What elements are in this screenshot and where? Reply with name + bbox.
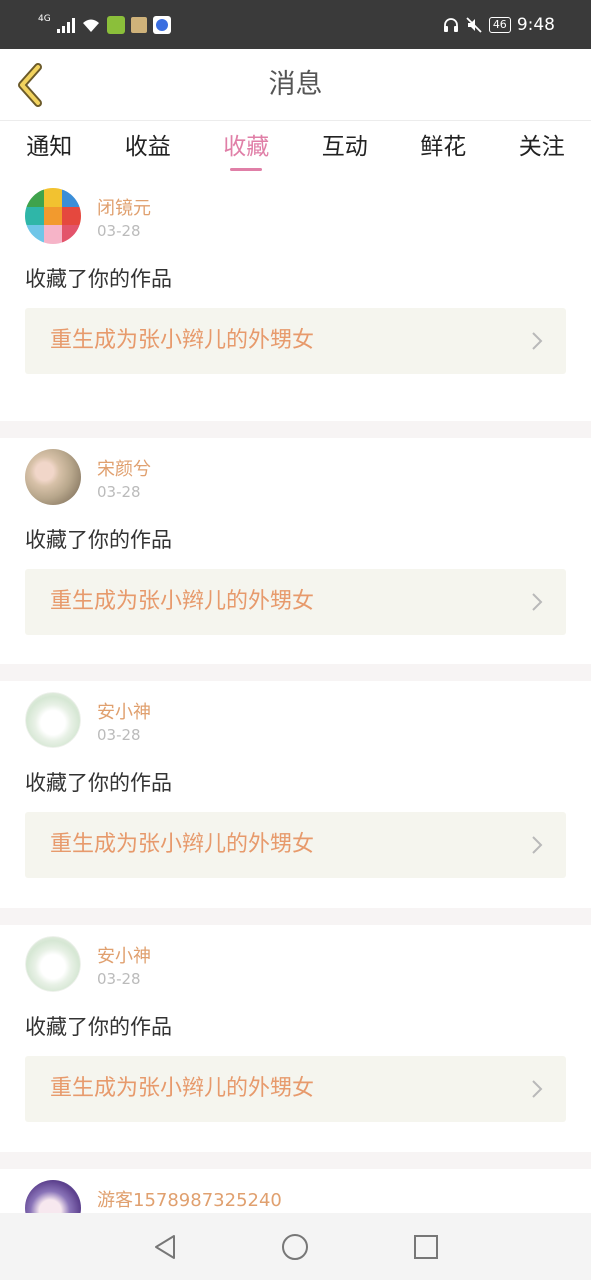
- message-text: 收藏了你的作品: [25, 1014, 172, 1039]
- work-title: 重生成为张小辫儿的外甥女: [50, 1075, 315, 1101]
- chevron-right-icon: [532, 1079, 543, 1098]
- system-nav-bar: [0, 1213, 591, 1280]
- chevron-right-icon: [532, 592, 543, 611]
- tab-interactions[interactable]: 互动: [296, 121, 395, 177]
- app-notification-icon: [152, 16, 171, 34]
- status-left: 4G: [38, 12, 171, 38]
- message-date: 03-28: [97, 725, 141, 744]
- app-notification-icon: [106, 16, 125, 34]
- network-type: 4G: [38, 14, 51, 24]
- list-item: 安小神 03-28 收藏了你的作品 重生成为张小辫儿的外甥女: [0, 924, 591, 1152]
- avatar[interactable]: [25, 691, 81, 748]
- message-date: 03-28: [97, 482, 141, 501]
- mute-icon: [466, 17, 482, 33]
- signal-icon: [56, 17, 75, 33]
- headphones-icon: [443, 18, 458, 32]
- divider: [0, 1151, 591, 1169]
- divider: [0, 907, 591, 925]
- work-title: 重生成为张小辫儿的外甥女: [50, 831, 315, 857]
- work-link[interactable]: 重生成为张小辫儿的外甥女: [25, 308, 566, 374]
- chevron-right-icon: [532, 835, 543, 854]
- page-title: 消息: [268, 69, 323, 100]
- divider: [0, 420, 591, 438]
- header: 消息: [0, 49, 591, 121]
- work-title: 重生成为张小辫儿的外甥女: [50, 588, 315, 614]
- chevron-right-icon: [532, 332, 543, 350]
- user-name[interactable]: 游客1578987325240: [97, 1186, 282, 1212]
- message-text: 收藏了你的作品: [25, 770, 172, 795]
- message-text: 收藏了你的作品: [25, 527, 172, 552]
- user-name[interactable]: 安小神: [97, 942, 151, 968]
- work-link[interactable]: 重生成为张小辫儿的外甥女: [25, 568, 566, 635]
- wifi-icon: [82, 19, 99, 32]
- battery-level: 46: [488, 17, 511, 33]
- work-title: 重生成为张小辫儿的外甥女: [50, 328, 315, 353]
- back-triangle-icon[interactable]: [150, 1232, 180, 1262]
- tab-notifications[interactable]: 通知: [0, 121, 99, 177]
- status-right: 46 9:48: [443, 12, 555, 38]
- user-name[interactable]: 安小神: [97, 698, 151, 724]
- home-circle-icon[interactable]: [280, 1232, 310, 1262]
- message-date: 03-28: [97, 222, 141, 240]
- divider: [0, 663, 591, 681]
- clock: 9:48: [516, 15, 555, 35]
- user-name[interactable]: 闭镜元: [97, 194, 151, 220]
- list-item: 安小神 03-28 收藏了你的作品 重生成为张小辫儿的外甥女: [0, 680, 591, 908]
- work-link[interactable]: 重生成为张小辫儿的外甥女: [25, 1055, 566, 1122]
- message-list: 闭镜元 03-28 收藏了你的作品 重生成为张小辫儿的外甥女 宋颜兮 03-28…: [0, 177, 591, 1269]
- status-bar: 4G 46 9:48: [0, 0, 591, 49]
- avatar[interactable]: [25, 935, 81, 992]
- tab-earnings[interactable]: 收益: [99, 121, 198, 177]
- recents-square-icon[interactable]: [411, 1232, 441, 1262]
- tab-bar: 通知 收益 收藏 互动 鲜花 关注: [0, 121, 591, 177]
- app-notification-icon: [130, 17, 147, 33]
- tab-follows[interactable]: 关注: [493, 121, 591, 177]
- tab-favorites[interactable]: 收藏: [197, 121, 296, 177]
- message-date: 03-28: [97, 969, 141, 988]
- list-item: 宋颜兮 03-28 收藏了你的作品 重生成为张小辫儿的外甥女: [0, 437, 591, 664]
- work-link[interactable]: 重生成为张小辫儿的外甥女: [25, 811, 566, 878]
- avatar[interactable]: [25, 188, 81, 244]
- avatar[interactable]: [25, 448, 81, 505]
- user-name[interactable]: 宋颜兮: [97, 455, 151, 481]
- list-item: 闭镜元 03-28 收藏了你的作品 重生成为张小辫儿的外甥女: [0, 177, 591, 421]
- tab-flowers[interactable]: 鲜花: [394, 121, 493, 177]
- message-text: 收藏了你的作品: [25, 267, 172, 291]
